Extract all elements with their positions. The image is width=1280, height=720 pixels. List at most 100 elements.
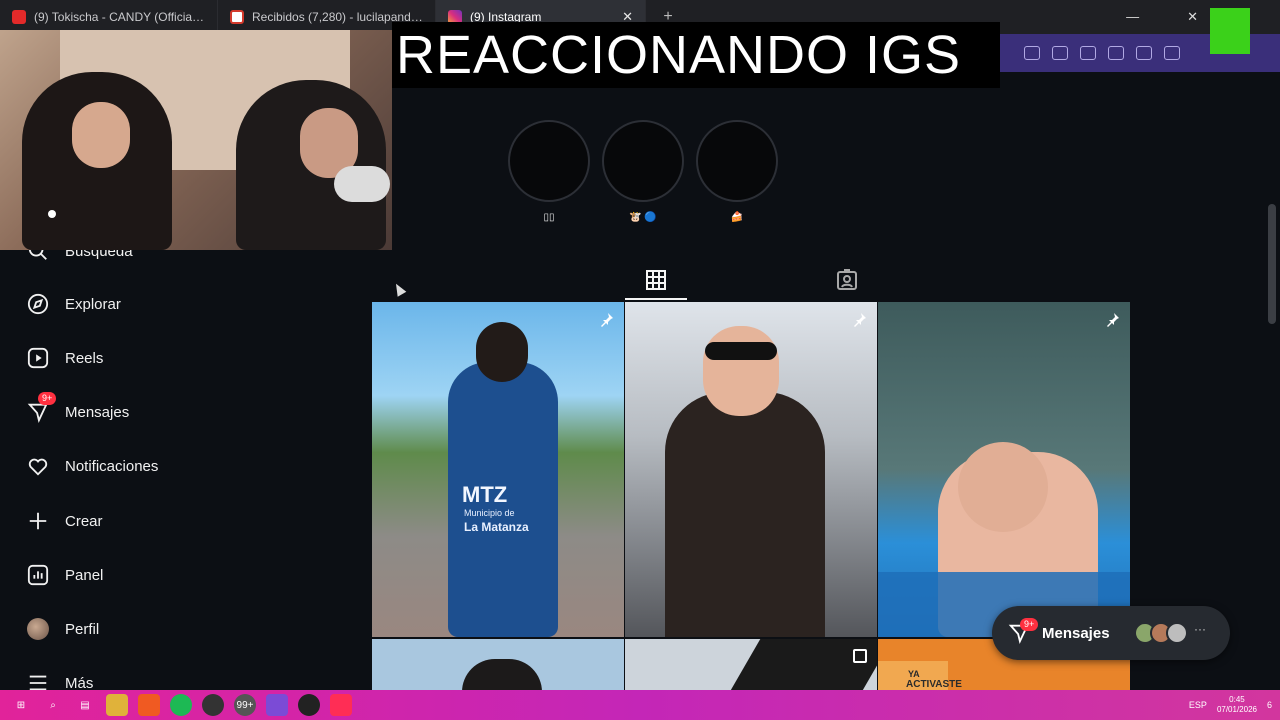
search-icon[interactable]: ⌕ [42,694,64,716]
webcam-face [72,102,130,168]
grid-icon[interactable] [644,268,668,292]
brave-icon[interactable] [138,694,160,716]
post-tile[interactable] [878,302,1130,637]
sidebar-item-label: Mensajes [65,403,130,421]
post-tile[interactable] [372,639,624,692]
post-text: ACTIVASTE [906,679,962,690]
screen: (9) Tokischa - CANDY (Official Video) - … [0,0,1280,720]
post-text: YA [908,669,920,679]
sidebar-item-label: Más [65,674,94,692]
tagged-icon[interactable] [835,268,859,292]
sidebar-item-reels[interactable]: Reels [26,343,103,373]
sidebar-item-create[interactable]: Crear [26,506,103,536]
messenger-icon: 9+ [26,392,57,424]
stream-title: REACCIONANDO IGS [392,22,1000,88]
page-scrollbar[interactable] [1264,72,1280,690]
sidebar-item-label: Perfil [65,620,100,638]
sidebar-item-label: Notificaciones [65,457,159,475]
story-highlight[interactable] [696,120,778,202]
app-icon[interactable] [298,694,320,716]
story-highlight[interactable] [602,120,684,202]
post-text: Municipio de [464,508,515,518]
story-highlight[interactable] [508,120,590,202]
tiktok-icon[interactable] [330,694,352,716]
clock-date: 07/01/2026 [1216,705,1257,714]
pin-icon [1107,313,1119,327]
notifications-count[interactable]: 6 [1267,700,1272,710]
sidebar-item-notifications[interactable]: Notificaciones [26,451,158,481]
post-tile[interactable]: MTZ Municipio de La Matanza [372,302,624,637]
sidebar-item-label: Crear [65,512,103,530]
folder-icon[interactable] [106,694,128,716]
spotify-icon[interactable] [170,694,192,716]
clock[interactable]: 0:45 07/01/2026 [1217,695,1257,715]
post-figure [665,392,825,637]
messages-float-button[interactable]: 9+ Mensajes ··· [992,606,1230,660]
discord-icon[interactable]: 99+ [234,694,256,716]
task-view-icon[interactable]: ▤ [74,694,96,716]
post-figure-head [703,326,779,416]
sunglasses [705,342,777,360]
tab-youtube[interactable]: (9) Tokischa - CANDY (Official Video) - … [0,0,218,34]
post-tile[interactable] [625,302,877,637]
notification-badge: 9+ [1020,618,1039,631]
post-figure [462,659,542,692]
extensions-icon[interactable] [1052,46,1068,60]
system-tray: ESP 0:45 07/01/2026 6 [1189,690,1272,720]
message-avatars: ··· [1134,622,1206,644]
youtube-icon [12,10,26,24]
highlight-label: 🍰 [730,212,744,223]
taskbar: ⊞ ⌕ ▤ 99+ ESP 0:45 07/01/2026 6 [0,690,1280,720]
wallet-icon[interactable] [1164,46,1180,60]
profile-tabs [372,262,1130,302]
more-icon: ··· [1194,622,1206,636]
sidebar: Búsqueda Explorar Reels 9+ Mensajes Noti… [0,240,372,692]
post-figure-head [958,442,1048,532]
carousel-icon [853,649,867,663]
sidebar-icon[interactable] [1136,46,1152,60]
music-icon[interactable] [1108,46,1124,60]
post-tile[interactable] [625,639,877,692]
highlight-label: ▯▯ [543,212,555,223]
dashboard-icon [26,563,50,587]
compass-icon [26,292,50,316]
minimize-button[interactable]: — [1126,9,1139,25]
post-text: MTZ [462,482,508,507]
avatar [26,617,50,641]
pin-icon [854,313,866,327]
avatar [1166,622,1188,644]
windows-start-icon[interactable]: ⊞ [10,694,32,716]
webcam-overlay [0,30,392,250]
tab-title: (9) Tokischa - CANDY (Official Video) - … [34,10,205,24]
gmail-icon [230,10,244,24]
sidebar-item-label: Reels [65,349,104,367]
highlight-label: 🐮 🔵 [629,212,657,223]
scrollbar-thumb[interactable] [1268,204,1276,324]
cursor-dot [48,210,56,218]
reels-icon [26,346,50,370]
obs-icon[interactable] [202,694,224,716]
post-figure-head [476,322,528,382]
active-tab-indicator [625,298,687,300]
close-window-button[interactable]: ✕ [1187,9,1198,25]
messages-label: Mensajes [1042,624,1110,642]
app-icon[interactable] [266,694,288,716]
screenshot-icon[interactable] [1080,46,1096,60]
clock-time: 0:45 [1229,695,1245,704]
pin-icon [601,313,613,327]
microphone [334,166,390,202]
sidebar-item-explore[interactable]: Explorar [26,289,121,319]
sidebar-item-dashboard[interactable]: Panel [26,560,103,590]
notification-badge: 9+ [38,392,57,405]
translate-icon[interactable] [1024,46,1040,60]
post-figure [729,639,877,692]
plus-icon [26,509,50,533]
window-controls: — ✕ [1126,9,1198,25]
sidebar-item-profile[interactable]: Perfil [26,614,99,644]
sidebar-item-messages[interactable]: 9+ Mensajes [26,392,130,427]
sidebar-item-label: Explorar [65,295,121,313]
post-text: La Matanza [464,520,529,534]
language-indicator[interactable]: ESP [1189,700,1207,710]
heart-icon [26,454,50,478]
kick-logo [1210,8,1250,54]
